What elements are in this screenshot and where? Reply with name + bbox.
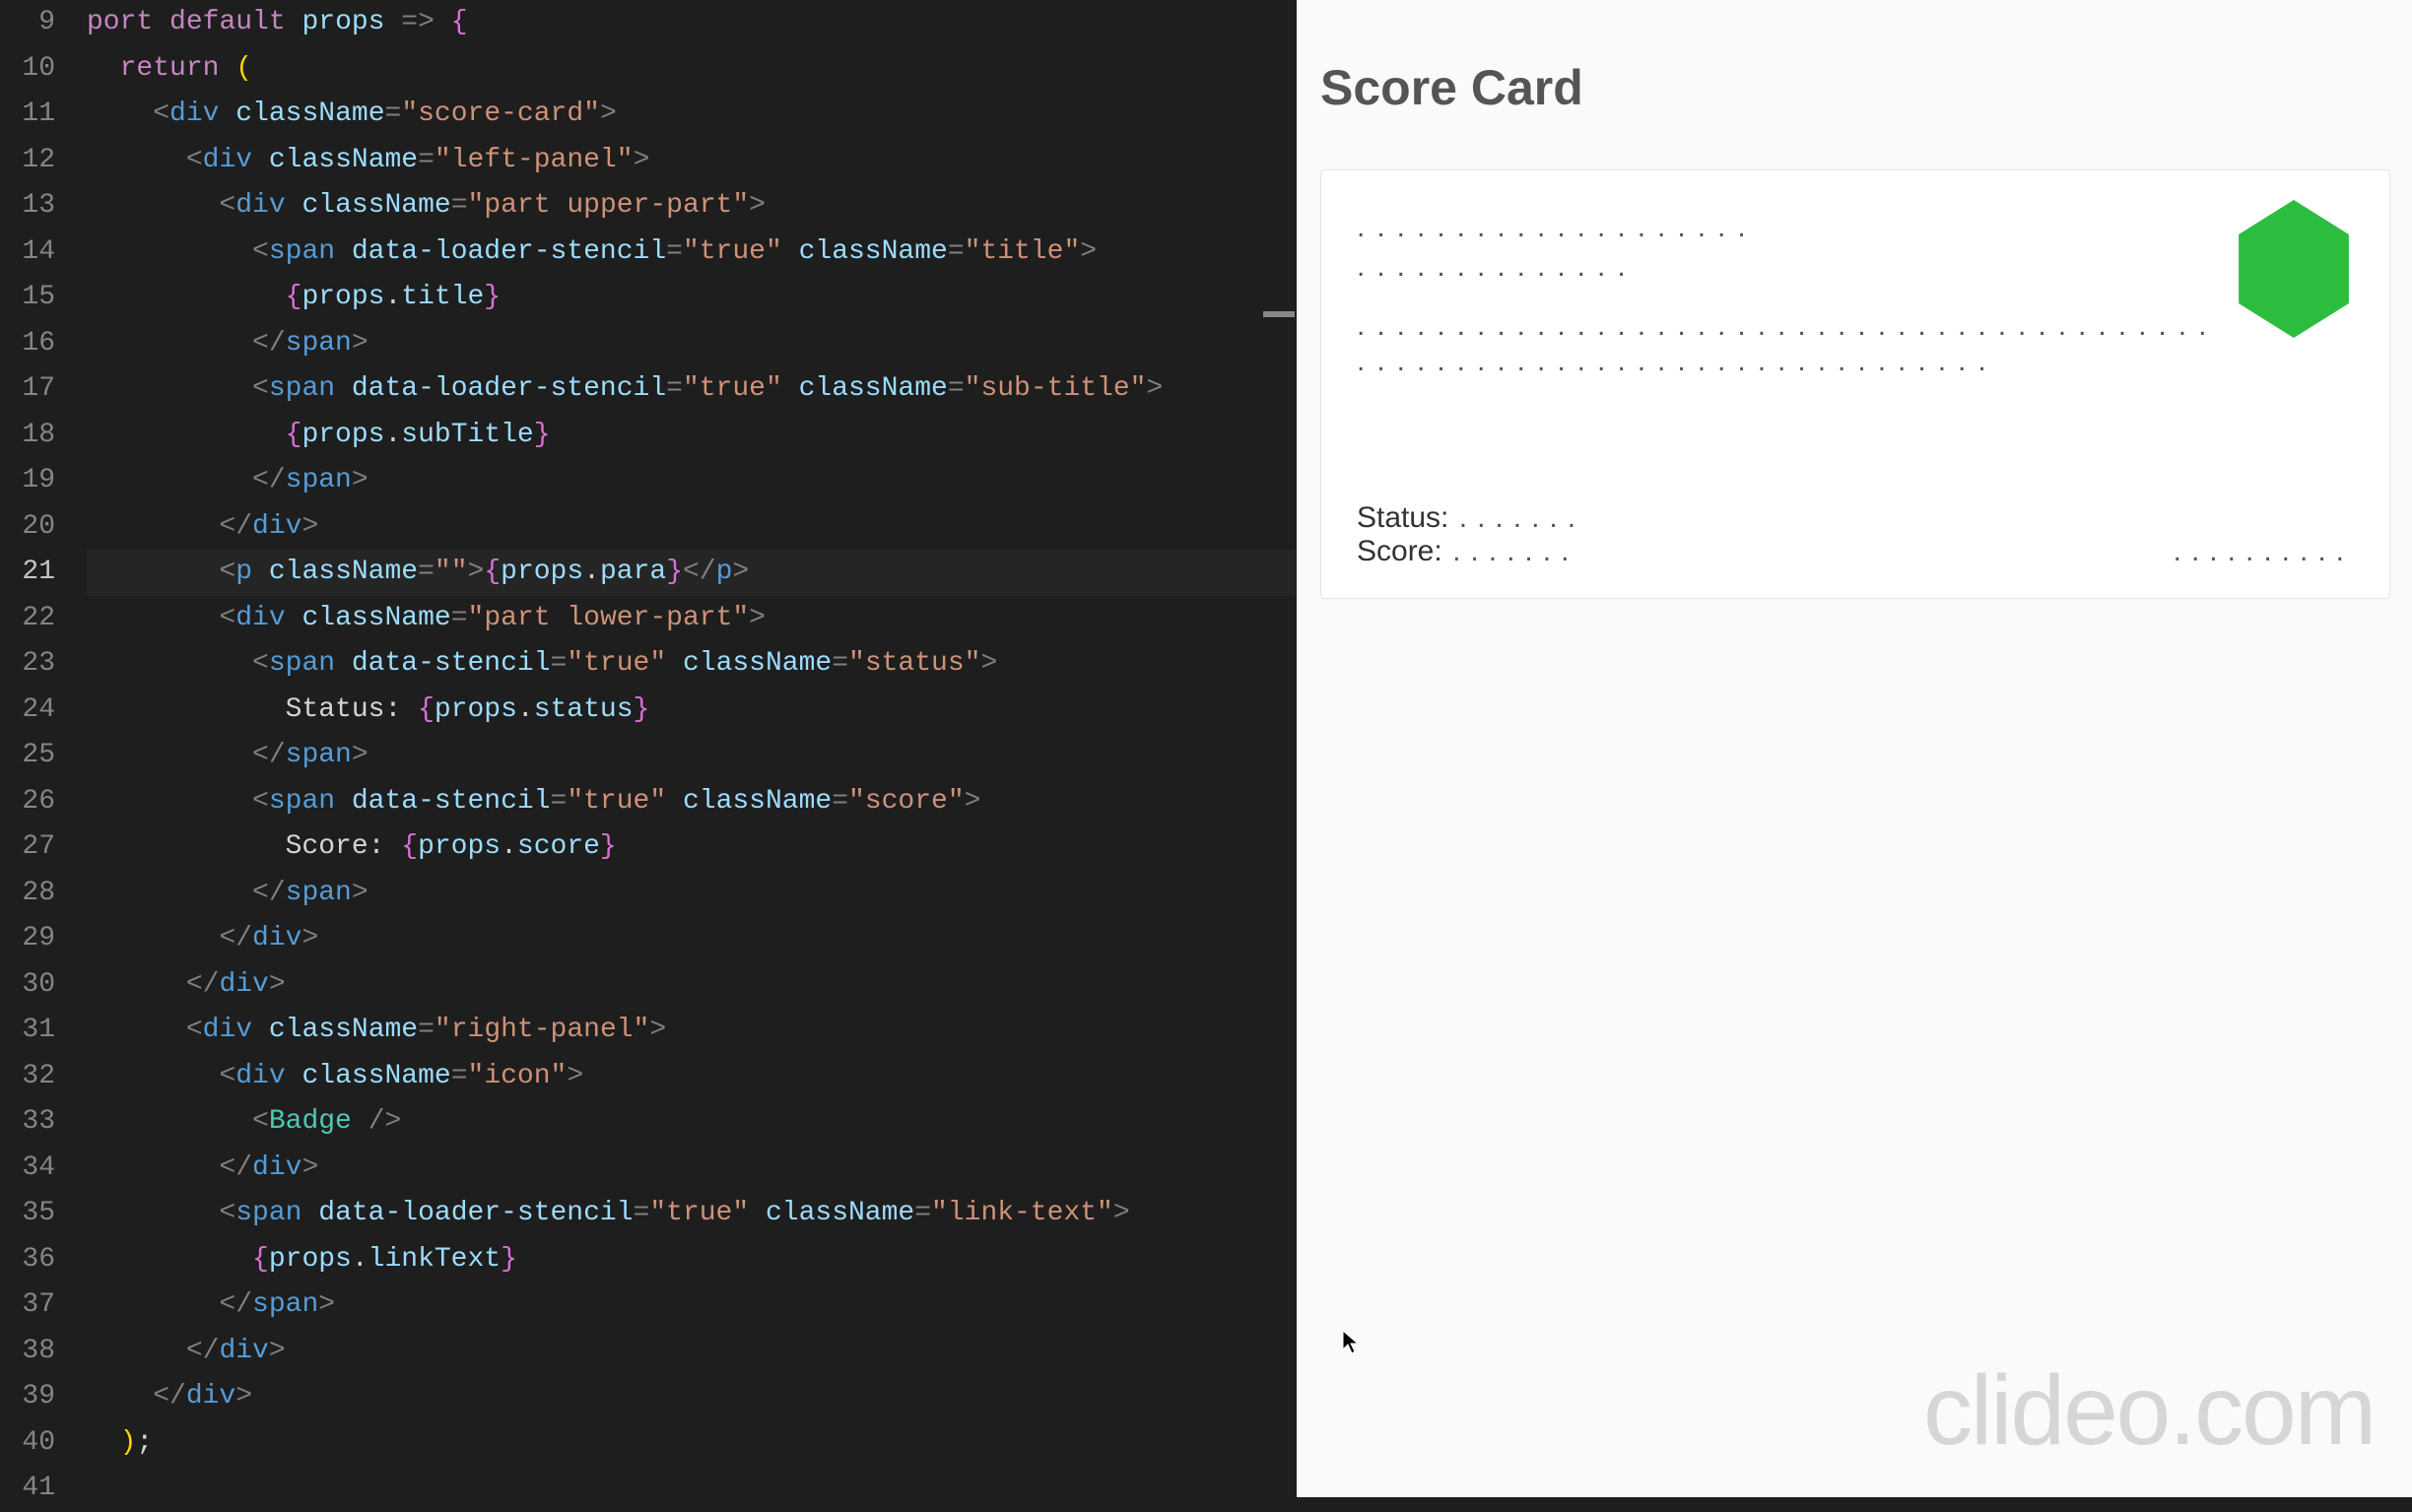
code-line[interactable]: </span>: [87, 1282, 1297, 1329]
line-number: 11: [0, 92, 55, 138]
line-number: 18: [0, 413, 55, 459]
code-line[interactable]: <span data-loader-stencil="true" classNa…: [87, 1191, 1297, 1237]
line-number: 33: [0, 1099, 55, 1146]
code-line[interactable]: </span>: [87, 458, 1297, 504]
line-number: 38: [0, 1329, 55, 1375]
line-number: 17: [0, 366, 55, 413]
code-line[interactable]: </span>: [87, 871, 1297, 917]
code-line[interactable]: <div className="score-card">: [87, 92, 1297, 138]
para-stencil: ........................................…: [1357, 308, 2224, 379]
code-line[interactable]: <p className="">{props.para}</p>: [87, 550, 1297, 596]
upper-part: .................... .............. ....…: [1357, 210, 2354, 407]
code-line[interactable]: {props.title}: [87, 275, 1297, 321]
code-line[interactable]: {props.subTitle}: [87, 413, 1297, 459]
code-editor-pane[interactable]: 9101112131415161718192021222324252627282…: [0, 0, 1297, 1497]
score-stencil: .......: [1452, 535, 1578, 567]
code-line[interactable]: <span data-loader-stencil="true" classNa…: [87, 230, 1297, 276]
code-line[interactable]: </div>: [87, 1146, 1297, 1192]
code-line[interactable]: Status: {props.status}: [87, 688, 1297, 734]
line-number: 20: [0, 504, 55, 551]
code-line[interactable]: port default props => {: [87, 0, 1297, 46]
line-number: 41: [0, 1466, 55, 1512]
line-number: 14: [0, 230, 55, 276]
line-number: 9: [0, 0, 55, 46]
code-line[interactable]: <span data-loader-stencil="true" classNa…: [87, 366, 1297, 413]
code-line[interactable]: <div className="icon">: [87, 1054, 1297, 1100]
link-text-stencil: ..........: [2174, 535, 2354, 568]
code-line[interactable]: {props.linkText}: [87, 1237, 1297, 1283]
line-number: 13: [0, 183, 55, 230]
line-number: 22: [0, 596, 55, 642]
line-number: 26: [0, 779, 55, 825]
badge-hexagon-icon: [2230, 200, 2358, 338]
line-number: 19: [0, 458, 55, 504]
line-number: 25: [0, 733, 55, 779]
code-line[interactable]: [87, 1466, 1297, 1497]
line-number: 34: [0, 1146, 55, 1192]
code-line[interactable]: <div className="part upper-part">: [87, 183, 1297, 230]
lower-part: Status: ....... Score: ....... .........…: [1357, 501, 2354, 568]
code-line[interactable]: </span>: [87, 733, 1297, 779]
code-line[interactable]: Score: {props.score}: [87, 824, 1297, 871]
code-line[interactable]: </span>: [87, 321, 1297, 367]
preview-heading: Score Card: [1320, 59, 2390, 116]
line-number: 27: [0, 824, 55, 871]
score-card: .................... .............. ....…: [1320, 169, 2390, 599]
code-line[interactable]: <div className="left-panel">: [87, 138, 1297, 184]
preview-pane: Score Card .................... ........…: [1297, 0, 2412, 1497]
line-number: 28: [0, 871, 55, 917]
minimap-viewport-marker[interactable]: [1263, 311, 1295, 317]
line-number: 10: [0, 46, 55, 93]
status-line: Status: .......: [1357, 501, 1585, 535]
title-stencil: ....................: [1357, 210, 1810, 245]
line-number: 35: [0, 1191, 55, 1237]
code-area[interactable]: port default props => { return ( <div cl…: [87, 0, 1297, 1497]
score-label: Score:: [1357, 535, 1442, 567]
score-line: Score: .......: [1357, 535, 1585, 568]
line-number: 30: [0, 962, 55, 1009]
line-number: 24: [0, 688, 55, 734]
code-line[interactable]: <span data-stencil="true" className="sco…: [87, 779, 1297, 825]
line-number: 31: [0, 1008, 55, 1054]
subtitle-stencil: ..............: [1357, 249, 1672, 285]
status-score-block: Status: ....... Score: .......: [1357, 501, 1585, 568]
line-number: 37: [0, 1282, 55, 1329]
line-number-gutter: 9101112131415161718192021222324252627282…: [0, 0, 87, 1497]
code-line[interactable]: <div className="part lower-part">: [87, 596, 1297, 642]
code-line[interactable]: );: [87, 1420, 1297, 1467]
line-number: 15: [0, 275, 55, 321]
code-line[interactable]: </div>: [87, 916, 1297, 962]
line-number: 21: [0, 550, 55, 596]
status-label: Status:: [1357, 501, 1448, 534]
line-number: 39: [0, 1374, 55, 1420]
code-line[interactable]: </div>: [87, 504, 1297, 551]
code-line[interactable]: </div>: [87, 1374, 1297, 1420]
status-stencil: .......: [1459, 501, 1585, 534]
code-line[interactable]: <div className="right-panel">: [87, 1008, 1297, 1054]
code-line[interactable]: </div>: [87, 962, 1297, 1009]
line-number: 40: [0, 1420, 55, 1467]
line-number: 12: [0, 138, 55, 184]
line-number: 32: [0, 1054, 55, 1100]
line-number: 29: [0, 916, 55, 962]
code-line[interactable]: return (: [87, 46, 1297, 93]
code-line[interactable]: <Badge />: [87, 1099, 1297, 1146]
line-number: 36: [0, 1237, 55, 1283]
code-line[interactable]: <span data-stencil="true" className="sta…: [87, 641, 1297, 688]
line-number: 16: [0, 321, 55, 367]
code-line[interactable]: </div>: [87, 1329, 1297, 1375]
line-number: 23: [0, 641, 55, 688]
